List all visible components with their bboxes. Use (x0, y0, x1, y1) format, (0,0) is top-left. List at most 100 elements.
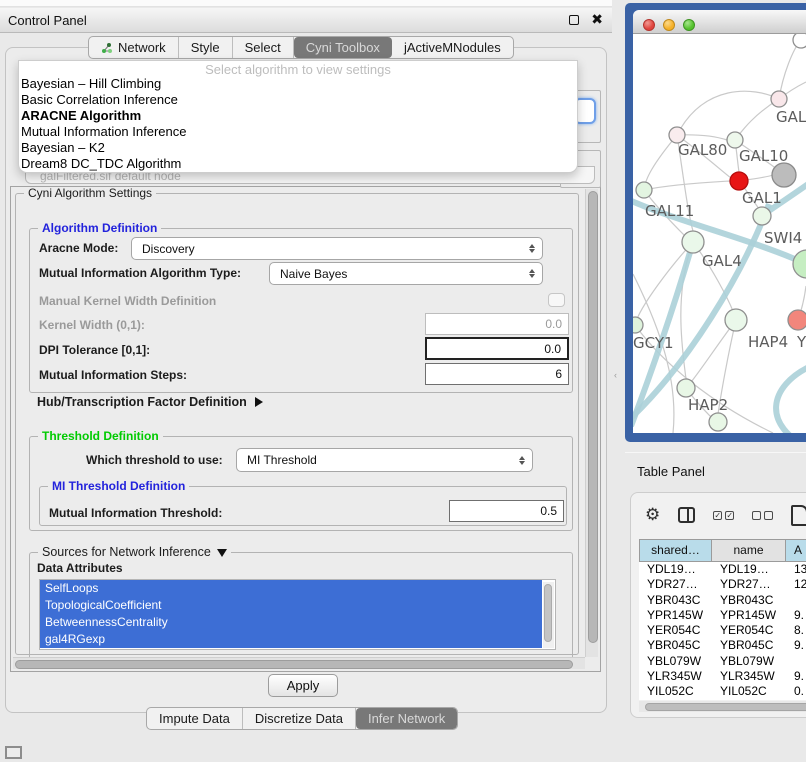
tab-jactivemnodules[interactable]: jActiveMNodules (392, 37, 513, 58)
node-label: SWI4 (764, 229, 802, 247)
algorithm-option[interactable]: Bayesian – Hill Climbing (19, 76, 577, 92)
table-row[interactable]: YIL052CYIL052C0. (639, 684, 806, 699)
mi-type-label: Mutual Information Algorithm Type: (39, 266, 241, 280)
network-node-gal[interactable] (771, 91, 787, 107)
column-header[interactable]: name (712, 539, 786, 562)
attribute-item-selected[interactable]: SelfLoops (40, 580, 542, 597)
tab-label: Infer Network (368, 711, 445, 726)
table-header-row[interactable]: shared…nameA (639, 539, 806, 562)
control-panel-tabbar: NetworkStyleSelectCyni Toolbox jActiveMNo… (88, 36, 514, 59)
network-node-gal1[interactable] (730, 172, 748, 190)
table-row[interactable]: YBL079WYBL079W (639, 654, 806, 669)
tab-cyni-toolbox[interactable]: Cyni Toolbox (294, 37, 392, 58)
network-window-titlebar[interactable] (633, 10, 806, 34)
gear-icon[interactable]: ⚙ (645, 505, 660, 525)
network-node-hap4[interactable] (725, 309, 747, 331)
algorithm-option[interactable]: Basic Correlation Inference (19, 92, 577, 108)
close-icon[interactable]: ✖ (591, 11, 603, 28)
kernel-width-label: Kernel Width (0,1): (39, 318, 145, 332)
tab-style[interactable]: Style (179, 37, 233, 58)
attribute-item-selected[interactable]: TopologicalCoefficient (40, 597, 542, 614)
algorithm-option[interactable]: ARACNE Algorithm (19, 108, 577, 124)
tab-discretize-data[interactable]: Discretize Data (243, 708, 356, 729)
algorithm-option[interactable]: Dream8 DC_TDC Algorithm (19, 156, 577, 172)
attribute-item-selected[interactable]: BetweennessCentrality (40, 614, 542, 631)
minimize-traffic-light-icon[interactable] (663, 19, 675, 31)
tab-select[interactable]: Select (233, 37, 294, 58)
network-node-gal11[interactable] (636, 182, 652, 198)
sources-toggle[interactable]: Sources for Network Inference (38, 545, 231, 559)
table-cell: YDR27… (712, 577, 786, 592)
table-row[interactable]: YBR043CYBR043C (639, 593, 806, 608)
apply-button[interactable]: Apply (268, 674, 338, 697)
which-threshold-label: Which threshold to use: (86, 453, 223, 467)
mi-type-value: Naive Bayes (280, 267, 347, 281)
table-row[interactable]: YLR345WYLR345W9. (639, 669, 806, 684)
network-edge (779, 40, 801, 99)
manual-kernel-checkbox[interactable] (548, 293, 565, 307)
tab-network[interactable]: Network (89, 37, 179, 58)
algorithm-option[interactable]: Mutual Information Inference (19, 124, 577, 140)
node-label: HAP2 (688, 396, 728, 414)
collapsed-arrow-icon (255, 397, 263, 407)
table-cell: YBR043C (712, 593, 786, 608)
float-window-icon[interactable] (569, 15, 579, 25)
network-node-y[interactable] (788, 310, 806, 330)
data-attributes-list[interactable]: SelfLoopsTopologicalCoefficientBetweenne… (39, 579, 556, 650)
network-node[interactable] (709, 413, 727, 431)
node-label: GAL4 (702, 252, 742, 270)
columns-icon[interactable] (678, 507, 695, 523)
table-cell: 9. (786, 669, 806, 684)
node-label: HAP4 (748, 333, 788, 351)
document-icon[interactable] (791, 505, 806, 526)
table-row[interactable]: YDL19…YDL19…13 (639, 562, 806, 577)
settings-scrollpane: Cyni Algorithm Settings Algorithm Defini… (10, 186, 601, 672)
network-node-swi4[interactable] (753, 207, 771, 225)
mi-threshold-field[interactable]: 0.5 (449, 500, 564, 522)
which-threshold-combobox[interactable]: MI Threshold (236, 448, 533, 472)
settings-vertical-scrollbar[interactable] (585, 189, 598, 657)
manual-kernel-label: Manual Kernel Width Definition (39, 294, 216, 308)
column-header[interactable]: A (786, 539, 806, 562)
mi-algorithm-type-combobox[interactable]: Naive Bayes (269, 262, 543, 285)
table-row[interactable]: YPR145WYPR145W9. (639, 608, 806, 623)
select-all-checks-icon[interactable]: ✓✓ (713, 511, 734, 520)
divider-grip[interactable]: ‹ (614, 369, 620, 381)
mi-steps-field[interactable]: 6 (425, 363, 569, 385)
tab-label: jActiveMNodules (404, 40, 501, 55)
table-row[interactable]: YDR27…YDR27…12 (639, 577, 806, 592)
network-node-gal10[interactable] (727, 132, 743, 148)
table-cell (786, 654, 806, 669)
hub-definition-toggle[interactable]: Hub/Transcription Factor Definition (37, 395, 263, 409)
close-traffic-light-icon[interactable] (643, 19, 655, 31)
table-cell: 12 (786, 577, 806, 592)
tab-infer-network[interactable]: Infer Network (356, 708, 457, 729)
network-icon (101, 42, 113, 54)
zoom-traffic-light-icon[interactable] (683, 19, 695, 31)
algorithm-option[interactable]: Bayesian – K2 (19, 140, 577, 156)
attribute-item-selected[interactable]: gal4RGexp (40, 631, 542, 648)
settings-horizontal-scrollbar[interactable] (13, 657, 585, 669)
network-graph-canvas[interactable]: GALGAL80GAL10GAL1GAL11SWI4GAL4HAP4YGCY1H… (633, 34, 806, 433)
tab-impute-data[interactable]: Impute Data (147, 708, 243, 729)
table-cell: YPR145W (639, 608, 712, 623)
attributes-scrollbar[interactable] (543, 582, 554, 648)
dpi-tolerance-field[interactable]: 0.0 (425, 337, 569, 360)
table-cell: YER054C (712, 623, 786, 638)
network-node[interactable] (793, 250, 806, 278)
network-node-gcy1[interactable] (633, 317, 643, 333)
minimized-panel-icon[interactable] (5, 746, 22, 759)
column-header[interactable]: shared… (639, 539, 712, 562)
combo-arrows-icon (529, 263, 535, 284)
deselect-all-checks-icon[interactable] (752, 511, 773, 520)
network-node-gal4[interactable] (682, 231, 704, 253)
table-row[interactable]: YBR045CYBR045C9. (639, 638, 806, 653)
network-node[interactable] (793, 34, 806, 48)
table-row[interactable]: YER054CYER054C8. (639, 623, 806, 638)
table-horizontal-scrollbar[interactable] (639, 701, 806, 712)
network-node-hap2[interactable] (677, 379, 695, 397)
aracne-mode-combobox[interactable]: Discovery (131, 237, 543, 260)
network-edge (644, 135, 677, 190)
network-node[interactable] (772, 163, 796, 187)
network-edge (677, 91, 779, 135)
